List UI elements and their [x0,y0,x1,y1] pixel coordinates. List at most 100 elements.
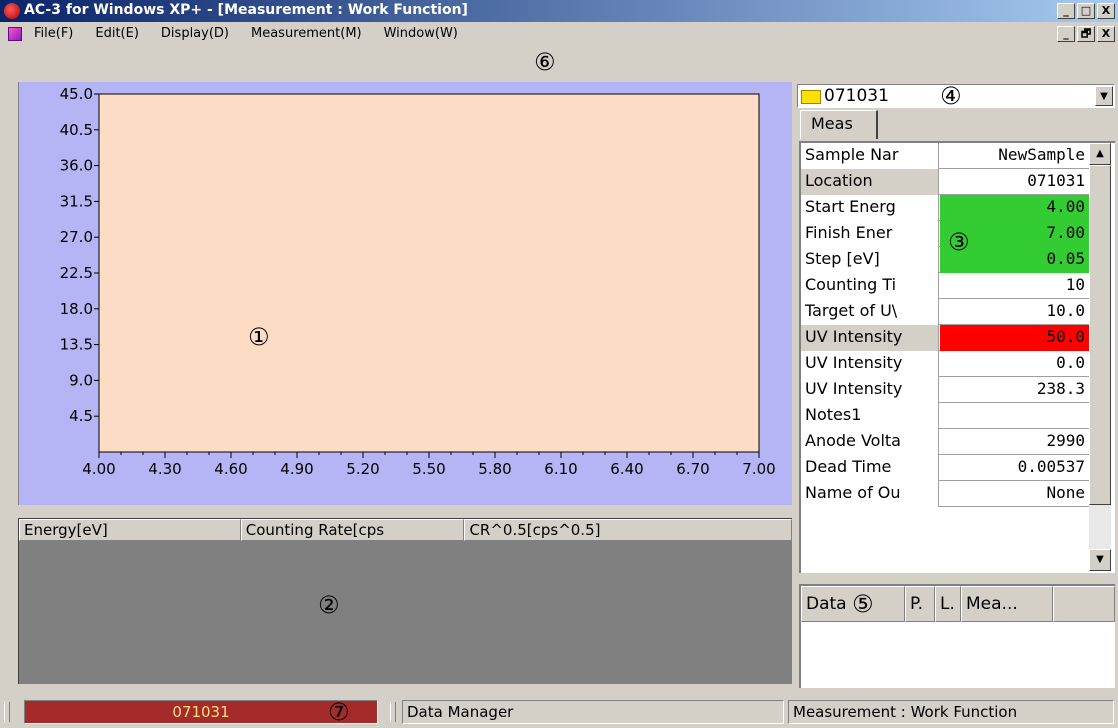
scroll-thumb[interactable] [1089,165,1111,505]
measurement-chart[interactable]: 45.0 40.5 36.0 31.5 27.0 22.5 18.0 13.5 9.0 4.5 4.… [18,82,792,505]
property-row[interactable]: Sample Nar NewSample [801,143,1089,169]
property-row[interactable]: Notes1 [801,403,1089,429]
property-value[interactable]: 071031 [940,169,1089,195]
window-title: AC-3 for Windows XP+ - [Measurement : Wo… [24,2,468,18]
column-l[interactable]: L. [935,586,961,622]
column-meas[interactable]: Mea... [961,586,1053,622]
x-tick-label: 5.80 [478,460,511,478]
menu-measurement[interactable]: Measurement(M) [251,26,362,41]
x-tick-label: 4.00 [82,460,115,478]
status-grip [390,702,396,722]
property-row[interactable]: Dead Time 0.00537 [801,455,1089,481]
property-value[interactable] [940,403,1089,429]
property-name: Start Energ [801,195,939,221]
property-row[interactable]: Start Energ 4.00 [801,195,1089,221]
y-tick-label: 36.0 [60,157,93,175]
status-mode: Measurement : Work Function [788,700,1114,724]
x-tick-label: 7.00 [742,460,775,478]
y-tick-label: 13.5 [60,336,93,354]
tab-meas[interactable]: Meas [800,110,878,139]
status-location: 071031 [24,700,378,724]
column-empty[interactable] [1053,586,1115,622]
menu-window[interactable]: Window(W) [384,26,458,41]
x-tick-label: 6.10 [544,460,577,478]
column-counting-rate[interactable]: Counting Rate[cps [240,519,465,541]
measurement-data-table[interactable]: Energy[eV] Counting Rate[cps CR^0.5[cps^… [18,518,793,684]
property-value[interactable]: 238.3 [940,377,1089,403]
scroll-up-icon[interactable]: ▲ [1089,143,1111,165]
property-value[interactable]: 10 [940,273,1089,299]
minimize-button[interactable]: _ [1057,3,1075,19]
doc-close-button[interactable]: X [1097,26,1115,42]
property-row[interactable]: Anode Volta 2990 [801,429,1089,455]
y-tick-label: 40.5 [60,121,93,139]
property-name: Location [801,169,939,195]
x-tick-label: 6.70 [676,460,709,478]
data-list-header: Data P. L. Mea... [801,586,1115,622]
folder-icon [801,90,821,104]
x-tick-label: 5.50 [412,460,445,478]
property-row[interactable]: Location 071031 [801,169,1089,195]
folder-name: 071031 [824,86,889,106]
x-tick-label: 4.60 [214,460,247,478]
property-value[interactable]: 50.0 [940,325,1089,351]
x-tick-label: 4.30 [148,460,181,478]
property-value[interactable]: 0.0 [940,351,1089,377]
property-value[interactable]: NewSample [940,143,1089,169]
annotation-5: ⑤ [852,590,874,618]
y-tick-label: 22.5 [60,264,93,282]
property-name: UV Intensity [801,377,939,403]
doc-minimize-button[interactable]: _ [1057,26,1075,42]
menu-edit[interactable]: Edit(E) [95,26,139,41]
y-tick-label: 45.0 [60,85,93,103]
x-tick-label: 6.40 [610,460,643,478]
doc-restore-button[interactable]: 🗗 [1077,26,1095,42]
document-window-controls: _ 🗗 X [1057,26,1115,42]
menu-file[interactable]: File(F) [34,26,73,41]
annotation-2: ② [318,591,340,619]
property-row[interactable]: Target of U\ 10.0 [801,299,1089,325]
column-energy[interactable]: Energy[eV] [19,519,241,541]
maximize-button[interactable]: □ [1077,3,1095,19]
property-name: Dead Time [801,455,939,481]
plot-area [98,93,760,453]
measurement-properties-grid[interactable]: Sample Nar NewSample Location 071031 Start E… [799,141,1115,573]
property-name: Target of U\ [801,299,939,325]
title-bar: AC-3 for Windows XP+ - [Measurement : Wo… [0,0,1118,22]
property-row[interactable]: Finish Ener 7.00 [801,221,1089,247]
y-tick-label: 9.0 [69,371,93,389]
y-tick-label: 31.5 [60,192,93,210]
app-icon[interactable] [4,3,20,19]
scroll-down-icon[interactable]: ▼ [1089,549,1111,571]
property-row[interactable]: Name of Ou None [801,481,1089,507]
properties-scrollbar[interactable]: ▲ ▼ [1089,143,1111,571]
property-row[interactable]: Counting Ti 10 [801,273,1089,299]
property-name: Counting Ti [801,273,939,299]
y-tick-label: 27.0 [60,228,93,246]
status-grip [4,702,10,722]
property-value[interactable]: 4.00 [940,195,1089,221]
menu-bar: File(F) Edit(E) Display(D) Measurement(M… [0,22,1118,46]
property-row[interactable]: UV Intensity 0.0 [801,351,1089,377]
property-row[interactable]: UV Intensity 50.0 [801,325,1089,351]
column-cr-sqrt[interactable]: CR^0.5[cps^0.5] [464,519,793,541]
annotation-6: ⑥ [534,48,556,76]
close-button[interactable]: X [1097,3,1115,19]
document-icon[interactable] [8,27,22,41]
property-value[interactable]: 2990 [940,429,1089,455]
property-value[interactable]: None [940,481,1089,507]
menu-display[interactable]: Display(D) [161,26,229,41]
table-header: Energy[eV] Counting Rate[cps CR^0.5[cps^… [19,519,793,541]
y-tick-label: 18.0 [60,300,93,318]
property-name: UV Intensity [801,325,939,351]
chevron-down-icon[interactable]: ▼ [1095,86,1113,106]
property-row[interactable]: Step [eV] 0.05 [801,247,1089,273]
property-value[interactable]: 0.00537 [940,455,1089,481]
property-row[interactable]: UV Intensity 238.3 [801,377,1089,403]
chart-svg: 45.0 40.5 36.0 31.5 27.0 22.5 18.0 13.5 9.0 4.5 4.… [60,85,776,478]
column-p[interactable]: P. [905,586,935,622]
property-name: UV Intensity [801,351,939,377]
data-file-list[interactable]: Data P. L. Mea... [799,584,1115,688]
property-name: Anode Volta [801,429,939,455]
property-value[interactable]: 10.0 [940,299,1089,325]
